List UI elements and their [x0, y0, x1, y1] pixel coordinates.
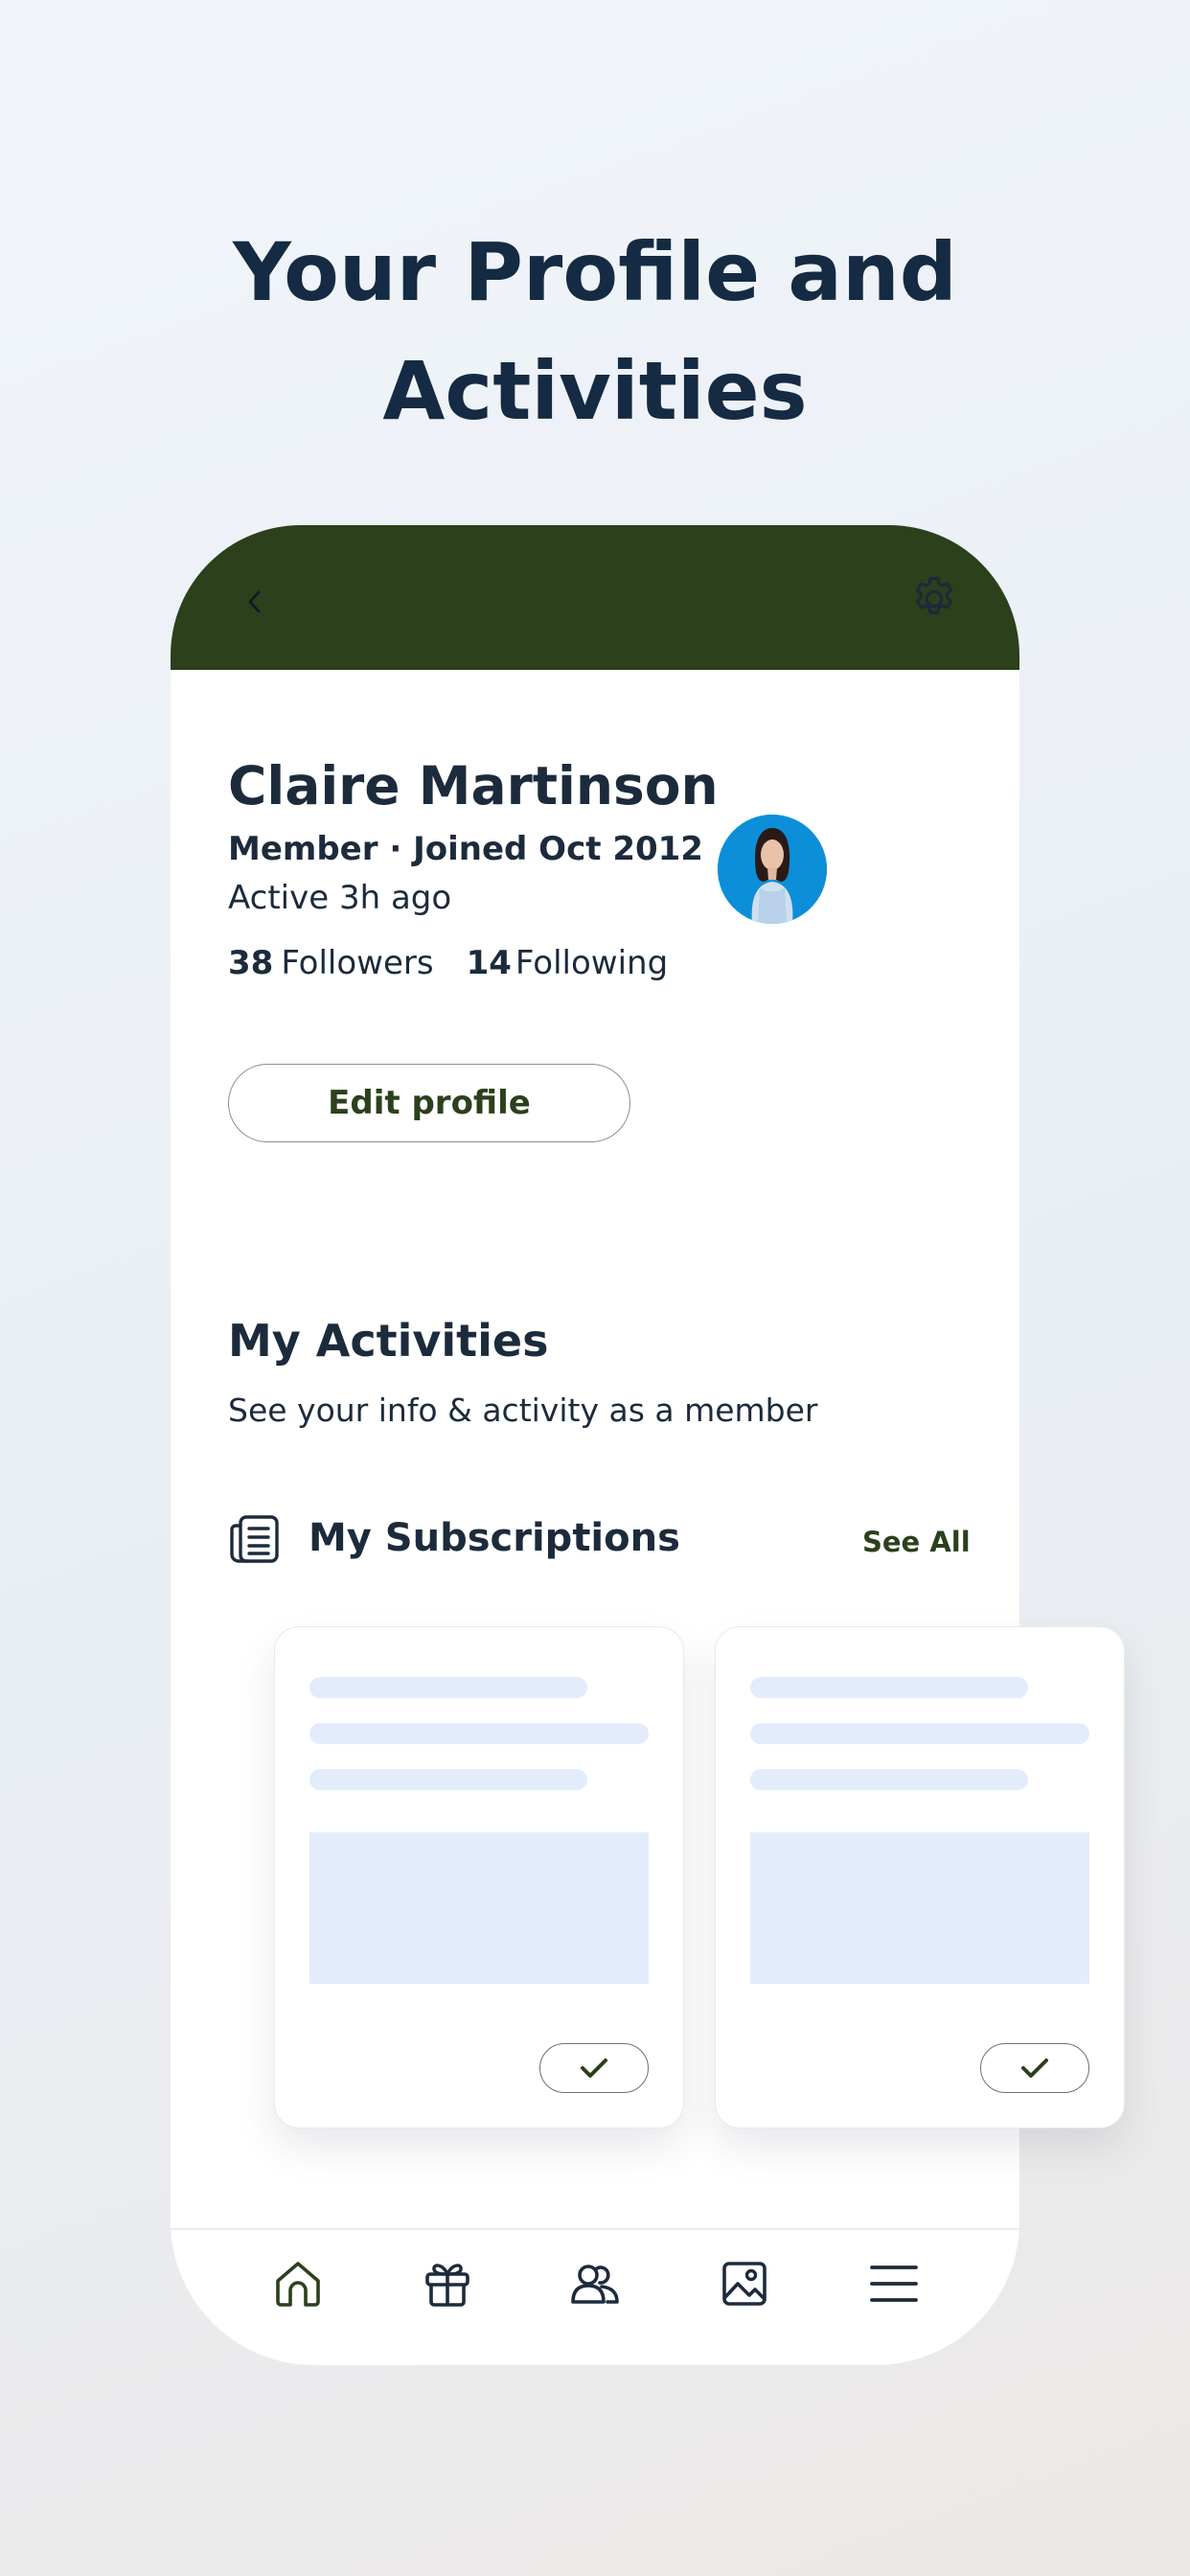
subscriptions-title: My Subscriptions: [309, 1516, 680, 1560]
activities-title: My Activities: [228, 1315, 549, 1367]
nav-rewards[interactable]: [421, 2257, 474, 2311]
skeleton-line: [750, 1769, 1028, 1790]
profile-last-active: Active 3h ago: [228, 879, 452, 917]
chevron-left-icon: [248, 590, 261, 613]
see-all-link[interactable]: See All: [862, 1526, 971, 1558]
subscription-check-button[interactable]: [980, 2043, 1089, 2093]
followers-count: 38: [228, 944, 274, 982]
newspaper-icon: [230, 1515, 279, 1563]
check-icon: [581, 2058, 607, 2078]
avatar[interactable]: [718, 815, 827, 924]
skeleton-line: [309, 1723, 649, 1744]
skeleton-line: [750, 1723, 1089, 1744]
following-stat[interactable]: 14 Following: [467, 944, 669, 982]
followers-stat[interactable]: 38 Followers: [228, 944, 434, 982]
profile-name: Claire Martinson: [228, 755, 719, 816]
bottom-nav-divider: [171, 2228, 1019, 2230]
profile-stats: 38 Followers 14 Following: [228, 944, 668, 982]
gear-icon: [915, 577, 953, 614]
profile-membership: Member · Joined Oct 2012: [228, 830, 703, 868]
skeleton-image: [309, 1832, 649, 1984]
back-button[interactable]: [234, 581, 276, 623]
nav-gallery[interactable]: [718, 2257, 771, 2311]
followers-label: Followers: [281, 944, 434, 982]
community-icon: [571, 2265, 619, 2304]
avatar-photo: [718, 815, 827, 924]
subscription-check-button[interactable]: [539, 2043, 649, 2093]
image-icon: [722, 2262, 767, 2306]
menu-icon: [870, 2266, 918, 2302]
edit-profile-button[interactable]: Edit profile: [228, 1064, 630, 1142]
skeleton-line: [750, 1677, 1028, 1698]
check-icon: [1021, 2058, 1048, 2078]
hero-title-line-2: Activities: [382, 344, 808, 438]
nav-menu[interactable]: [867, 2257, 921, 2311]
gift-icon: [425, 2264, 469, 2307]
subscription-card[interactable]: [274, 1626, 684, 2128]
hero-title: Your Profile and Activities: [0, 213, 1190, 450]
skeleton-image: [750, 1832, 1089, 1984]
settings-button[interactable]: [908, 573, 960, 625]
nav-home[interactable]: [271, 2257, 325, 2311]
subscription-card[interactable]: [715, 1626, 1125, 2128]
hero-title-line-1: Your Profile and: [233, 225, 957, 319]
nav-community[interactable]: [568, 2257, 622, 2311]
home-icon: [276, 2262, 320, 2307]
following-count: 14: [466, 944, 512, 982]
skeleton-line: [309, 1677, 587, 1698]
skeleton-line: [309, 1769, 587, 1790]
activities-subtitle: See your info & activity as a member: [228, 1392, 818, 1429]
profile-header-bar: [171, 525, 1019, 670]
following-label: Following: [515, 944, 669, 982]
